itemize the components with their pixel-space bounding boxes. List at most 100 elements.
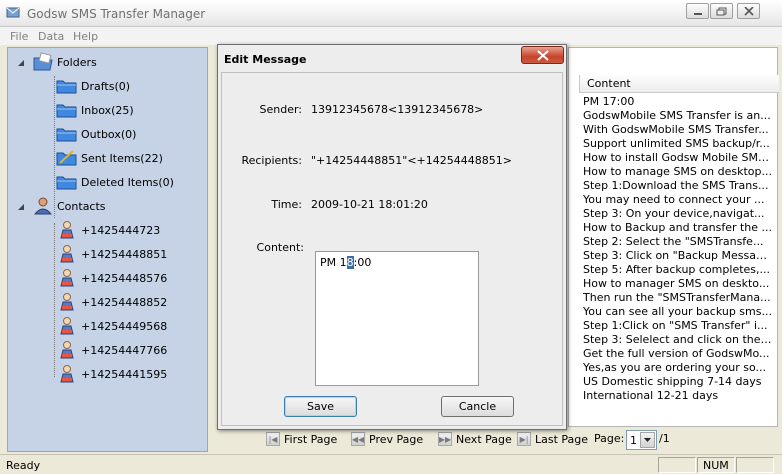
message-row[interactable]: GodswMobile SMS Transfer is an... <box>583 109 773 123</box>
tree-item-inbox[interactable]: Inbox(25) <box>56 98 134 122</box>
last-page-button[interactable]: ▶| Last Page <box>517 432 588 446</box>
contact-icon <box>60 221 74 239</box>
page-select[interactable]: 1 <box>626 430 657 450</box>
message-row[interactable]: With GodswMobile SMS Transfer... <box>583 123 773 137</box>
message-row[interactable]: Then run the "SMSTransferMana... <box>583 291 773 305</box>
contact-label: +14254448576 <box>81 271 168 285</box>
page-label: Page: <box>594 432 624 445</box>
last-page-icon: ▶| <box>517 432 531 446</box>
folder-icon <box>56 128 77 142</box>
message-list: PM 17:00 GodswMobile SMS Transfer is an..… <box>583 95 773 403</box>
contact-item[interactable]: +14254441595 <box>56 362 167 386</box>
sent-folder-icon <box>56 150 77 166</box>
restore-button[interactable] <box>710 3 733 19</box>
page-total-text: /1 <box>659 432 670 445</box>
content-column-header[interactable]: Content <box>579 75 779 93</box>
first-page-icon: |◀ <box>266 432 280 446</box>
first-page-label: First Page <box>284 432 338 446</box>
tree-folders[interactable]: Folders <box>32 50 97 74</box>
contact-icon <box>60 317 74 335</box>
message-row[interactable]: How to manage SMS on desktop... <box>583 165 773 179</box>
last-page-label: Last Page <box>535 432 589 446</box>
contact-item[interactable]: +14254448851 <box>56 242 167 266</box>
sender-label: Sender: <box>259 103 302 116</box>
contact-label: +14254449568 <box>81 319 168 333</box>
dialog-close-button[interactable] <box>521 46 564 64</box>
message-row[interactable]: Step 1:Download the SMS Trans... <box>583 179 773 193</box>
menu-file[interactable]: File <box>10 30 28 43</box>
next-page-button[interactable]: ▶▶ Next Page <box>438 432 512 446</box>
message-row[interactable]: Step 3: Click on "Backup Messag... <box>583 249 773 263</box>
tree-item-drafts[interactable]: Drafts(0) <box>56 74 130 98</box>
contact-label: +14254441595 <box>81 367 168 381</box>
message-row[interactable]: Support unlimited SMS backup/r... <box>583 137 773 151</box>
message-row[interactable]: How to install Godsw Mobile SMS... <box>583 151 773 165</box>
contact-icon <box>60 245 74 263</box>
contacts-collapse-icon[interactable] <box>17 202 26 211</box>
content-textarea[interactable]: PM 18:00 <box>315 251 479 386</box>
content-text: PM 18:00 <box>320 256 372 269</box>
message-row[interactable]: Yes,as you are ordering your so... <box>583 361 773 375</box>
message-row[interactable]: Step 2: Select the "SMSTransfe... <box>583 235 773 249</box>
contact-icon <box>60 293 74 311</box>
menu-help[interactable]: Help <box>73 30 98 43</box>
folder-icon <box>56 176 77 190</box>
dialog-title: Edit Message <box>224 53 307 66</box>
minimize-icon <box>694 13 702 15</box>
cancel-button[interactable]: Cancle <box>441 396 514 417</box>
contact-icon <box>60 365 74 383</box>
contact-label: +14254447766 <box>81 343 168 357</box>
prev-page-icon: ◀◀ <box>351 432 365 446</box>
message-row[interactable]: Step 3: Selelect and click on the ... <box>583 333 773 347</box>
next-page-label: Next Page <box>456 432 512 446</box>
menu-data[interactable]: Data <box>38 30 64 43</box>
save-button[interactable]: Save <box>284 396 357 417</box>
folder-tree: Folders Drafts(0) Inbox(25) Outbox(0) Se… <box>7 47 208 452</box>
app-title: Godsw SMS Transfer Manager <box>27 7 206 21</box>
tree-item-deleted[interactable]: Deleted Items(0) <box>56 170 174 194</box>
restore-icon <box>716 7 727 16</box>
message-row[interactable]: Get the full version of GodswMo... <box>583 347 773 361</box>
contact-item[interactable]: +14254447766 <box>56 338 167 362</box>
app-icon <box>6 7 20 18</box>
message-row[interactable]: US Domestic shipping 7-14 days <box>583 375 773 389</box>
message-row[interactable]: Step 3: On your device,navigat... <box>583 207 773 221</box>
prev-page-label: Prev Page <box>369 432 424 446</box>
next-page-icon: ▶▶ <box>438 432 452 446</box>
contact-item[interactable]: +1425444723 <box>56 218 160 242</box>
message-row[interactable]: International 12-21 days <box>583 389 773 403</box>
message-row[interactable]: Step 5: After backup completes,... <box>583 263 773 277</box>
contact-item[interactable]: +14254449568 <box>56 314 167 338</box>
close-button[interactable] <box>737 3 760 19</box>
message-row[interactable]: You can see all your backup sms... <box>583 305 773 319</box>
minimize-button[interactable] <box>686 3 709 19</box>
message-row[interactable]: PM 17:00 <box>583 95 773 109</box>
chevron-down-icon[interactable] <box>640 432 655 448</box>
message-row[interactable]: How to Backup and transfer the ... <box>583 221 773 235</box>
contact-label: +14254448851 <box>81 247 168 261</box>
contact-item[interactable]: +14254448852 <box>56 290 167 314</box>
recipients-value: "+14254448851"<+14254448851> <box>311 154 512 167</box>
prev-page-button[interactable]: ◀◀ Prev Page <box>351 432 423 446</box>
tree-item-drafts-label: Drafts(0) <box>81 79 131 93</box>
edit-message-dialog: Edit Message Sender: 13912345678<1391234… <box>217 44 567 430</box>
page-total: /1 <box>659 432 670 445</box>
tree-item-inbox-label: Inbox(25) <box>81 103 134 117</box>
pager: |◀ First Page ◀◀ Prev Page ▶▶ Next Page … <box>218 430 778 450</box>
contact-item[interactable]: +14254448576 <box>56 266 167 290</box>
tree-item-outbox[interactable]: Outbox(0) <box>56 122 136 146</box>
tree-contacts[interactable]: Contacts <box>32 194 106 218</box>
contact-icon <box>60 341 74 359</box>
folder-icon <box>56 104 77 118</box>
tree-item-deleted-label: Deleted Items(0) <box>81 175 174 189</box>
folders-collapse-icon[interactable] <box>17 58 26 67</box>
page-select-value: 1 <box>630 434 637 447</box>
first-page-button[interactable]: |◀ First Page <box>266 432 337 446</box>
tree-folders-label: Folders <box>57 55 97 69</box>
tree-item-outbox-label: Outbox(0) <box>81 127 137 141</box>
message-row[interactable]: You may need to connect your ... <box>583 193 773 207</box>
message-row[interactable]: How to manager SMS on deskto... <box>583 277 773 291</box>
content-label: Content: <box>256 241 304 254</box>
message-row[interactable]: Step 1:Click on "SMS Transfer" i... <box>583 319 773 333</box>
tree-item-sent[interactable]: Sent Items(22) <box>56 146 163 170</box>
